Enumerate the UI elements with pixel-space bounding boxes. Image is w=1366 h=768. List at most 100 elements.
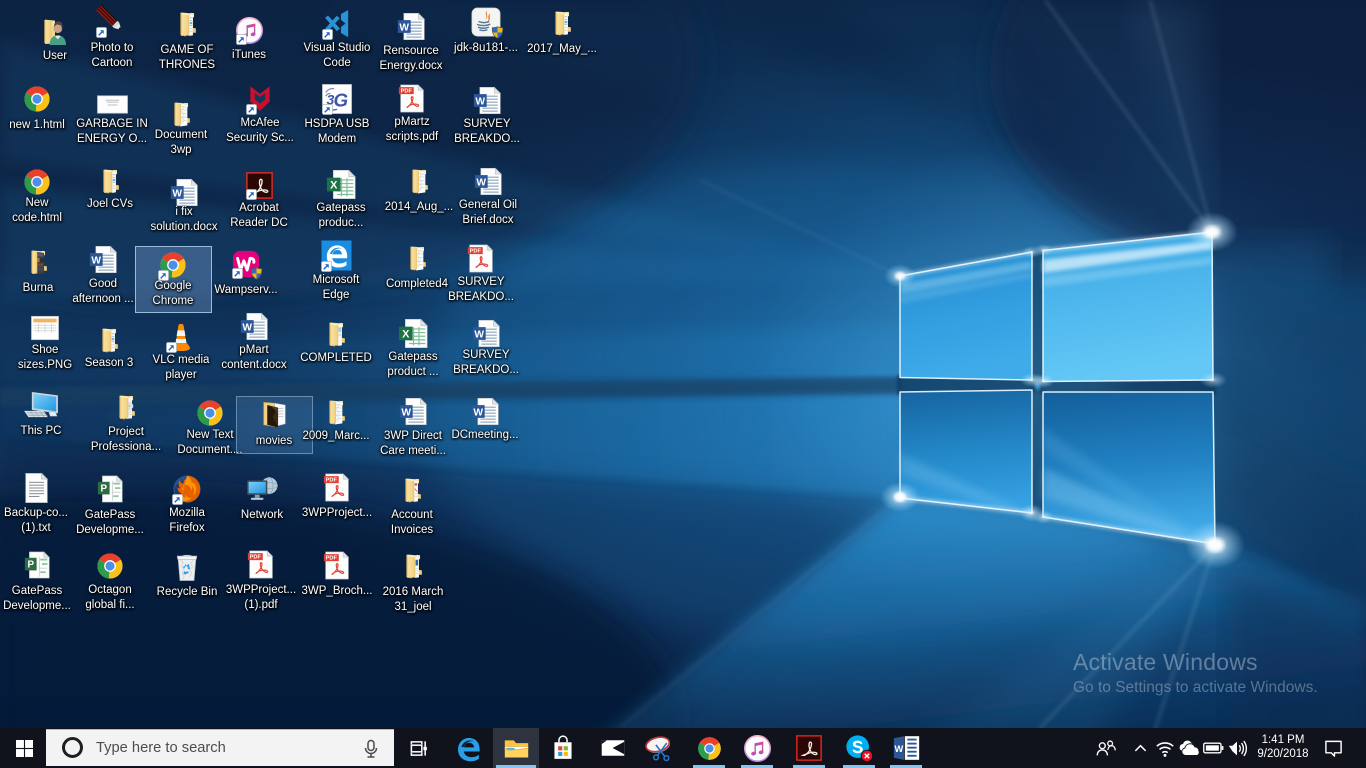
- pdf-icon: [323, 550, 351, 581]
- system-tray: 1:41 PM9/20/2018: [0, 728, 1366, 768]
- icon-label: AccountInvoices: [364, 508, 460, 537]
- folder-papers-icon: [171, 101, 191, 127]
- icon-label: This PC: [0, 424, 89, 439]
- wamp-icon: [232, 250, 260, 278]
- desktop-icon-survey-breakdown-doc1[interactable]: SURVEYBREAKDO...: [447, 85, 527, 116]
- tray-people-icon[interactable]: [1092, 728, 1120, 768]
- folder-docs-icon: [100, 168, 120, 194]
- word-icon: [89, 244, 118, 275]
- pdf-icon: [247, 549, 275, 580]
- desktop-icon-acrobat-reader-dc[interactable]: AcrobatReader DC: [219, 172, 299, 199]
- desktop-icon-2009-march[interactable]: 2009_Marc...: [296, 399, 376, 425]
- folder-docs-icon: [177, 11, 197, 37]
- desktop-icon-gatepass-development-1[interactable]: GatePassDevelopme...: [70, 474, 150, 504]
- folder-open-icon: [262, 400, 287, 428]
- desktop-icon-joel-cvs[interactable]: Joel CVs: [70, 168, 150, 194]
- desktop-icon-gatepass-produc-xls[interactable]: Gatepassproduc...: [301, 169, 381, 200]
- desktop-icon-wampserver[interactable]: Wampserv...: [206, 250, 286, 278]
- desktop-icon-3wp-project-pdf[interactable]: 3WPProject...: [297, 472, 377, 503]
- desktop-icon-google-chrome[interactable]: GoogleChrome: [133, 250, 213, 280]
- chrome-icon: [95, 551, 125, 581]
- desktop-icon-completed[interactable]: COMPLETED: [296, 321, 376, 347]
- icon-label: ProjectProfessiona...: [78, 425, 174, 454]
- vscode-icon: [322, 8, 353, 39]
- excel-icon: [398, 318, 429, 349]
- shortcut-arrow-icon: [322, 29, 333, 40]
- desktop-icon-2016-march-31[interactable]: 2016 March31_joel: [373, 553, 453, 579]
- desktop-icon-photo-to-cartoon[interactable]: Photo toCartoon: [72, 5, 152, 37]
- tray-chevron-up-icon[interactable]: [1126, 728, 1154, 768]
- icon-label: General OilBrief.docx: [440, 198, 536, 227]
- firefox-icon: [172, 474, 202, 504]
- thispc-icon: [22, 391, 61, 420]
- word-icon: [240, 311, 269, 342]
- desktop-icon-network[interactable]: Network: [222, 475, 302, 504]
- msproject-icon: [24, 550, 51, 580]
- icon-label: DCmeeting...: [437, 428, 533, 443]
- desktop-icon-visual-studio-code[interactable]: Visual StudioCode: [297, 8, 377, 39]
- desktop-icon-dcmeeting[interactable]: DCmeeting...: [445, 396, 525, 427]
- folder-papers-icon: [409, 168, 429, 194]
- shortcut-arrow-icon: [246, 189, 257, 200]
- shortcut-arrow-icon: [321, 261, 332, 272]
- chrome-icon: [195, 398, 225, 428]
- desktop-icon-rensource-energy[interactable]: RensourceEnergy.docx: [371, 11, 451, 42]
- desktop-icon-recycle-bin[interactable]: Recycle Bin: [147, 553, 227, 582]
- desktop-icon-jdk-installer[interactable]: jdk-8u181-...: [446, 7, 526, 37]
- watermark-title: Activate Windows: [1073, 649, 1318, 676]
- desktop-icon-pmart-content[interactable]: pMartcontent.docx: [214, 311, 294, 342]
- desktop-icon-backup-co-txt[interactable]: Backup-co...(1).txt: [0, 472, 76, 504]
- desktop-icon-new-1-html[interactable]: new 1.html: [0, 84, 77, 114]
- desktop-icon-general-oil-brief[interactable]: General OilBrief.docx: [448, 166, 528, 197]
- chrome-icon: [22, 167, 52, 197]
- windows-desktop: { "wallpaper": { "theme": "windows-10-he…: [0, 0, 1366, 768]
- desktop-icon-gatepass-development-2[interactable]: GatePassDevelopme...: [0, 550, 77, 580]
- folder-dark-icon: [28, 249, 48, 275]
- pdf-icon: [323, 472, 351, 503]
- desktop-icon-survey-breakdown-doc2[interactable]: SURVEYBREAKDO...: [446, 318, 526, 349]
- word-icon: [397, 11, 426, 42]
- activate-windows-watermark: Activate Windows Go to Settings to activ…: [1073, 649, 1318, 697]
- shortcut-arrow-icon: [96, 27, 107, 38]
- icon-label: SURVEYBREAKDO...: [433, 275, 529, 304]
- desktop-icon-mozilla-firefox[interactable]: MozillaFirefox: [147, 474, 227, 504]
- desktop-icon-3wp-direct-care[interactable]: 3WP DirectCare meeti...: [373, 396, 453, 427]
- vlc-icon: [166, 321, 196, 352]
- word-icon: [473, 85, 502, 116]
- desktop-icon-season-3[interactable]: Season 3: [69, 327, 149, 353]
- icon-label: iTunes: [201, 48, 297, 63]
- desktop-icon-this-pc[interactable]: This PC: [1, 391, 81, 420]
- desktop-icon-2017-may[interactable]: 2017_May_...: [522, 10, 602, 36]
- desktop-icon-gatepass-product-xls[interactable]: Gatepassproduct ...: [373, 318, 453, 349]
- action-center-button[interactable]: [1319, 728, 1347, 768]
- taskbar-clock[interactable]: 1:41 PM9/20/2018: [1245, 734, 1321, 761]
- desktop-icon-pmartz-scripts[interactable]: pMartzscripts.pdf: [372, 83, 452, 114]
- hsdpa-icon: [322, 84, 352, 114]
- folder-papers-icon: [326, 399, 346, 425]
- desktop-icon-new-code-html[interactable]: Newcode.html: [0, 167, 77, 197]
- desktop-icon-2014-aug[interactable]: 2014_Aug_...: [379, 168, 459, 194]
- excel-icon: [326, 169, 357, 200]
- desktop-icon-hsdpa-usb-modem[interactable]: HSDPA USBModem: [297, 84, 377, 114]
- desktop-icon-mcafee-security[interactable]: McAfeeSecurity Sc...: [220, 84, 300, 114]
- jdk-icon: [471, 7, 501, 37]
- desktop-icon-garbage-in-energy[interactable]: GARBAGE INENERGY O...: [72, 95, 152, 114]
- word-icon: [399, 396, 428, 427]
- itunes-icon: [236, 17, 263, 44]
- desktop-icon-itunes[interactable]: iTunes: [209, 17, 289, 44]
- desktop-icon-microsoft-edge[interactable]: MicrosoftEdge: [296, 240, 376, 271]
- desktop-icon-3wp-brochure[interactable]: 3WP_Broch...: [297, 550, 377, 581]
- desktop-icon-project-professional[interactable]: ProjectProfessiona...: [86, 394, 166, 420]
- desktop-icon-3wp-project-1-pdf[interactable]: 3WPProject...(1).pdf: [221, 549, 301, 580]
- edge-icon: [321, 240, 352, 271]
- word-icon: [471, 396, 500, 427]
- taskbar: Type here to search 1:41 PM9/20/2018: [0, 728, 1366, 768]
- desktop-icon-account-invoices[interactable]: AccountInvoices: [372, 477, 452, 503]
- desktop-icon-document-3wp[interactable]: Document3wp: [141, 101, 221, 127]
- mcafee-icon: [246, 84, 274, 114]
- desktop-icon-survey-breakdown-pdf1[interactable]: SURVEYBREAKDO...: [441, 243, 521, 274]
- desktop-icon-octagon-global[interactable]: Octagonglobal fi...: [70, 551, 150, 581]
- word-icon: [474, 166, 503, 197]
- folder-plain-icon: [326, 321, 346, 347]
- desktop-icon-good-afternoon[interactable]: Goodafternoon ...: [63, 244, 143, 275]
